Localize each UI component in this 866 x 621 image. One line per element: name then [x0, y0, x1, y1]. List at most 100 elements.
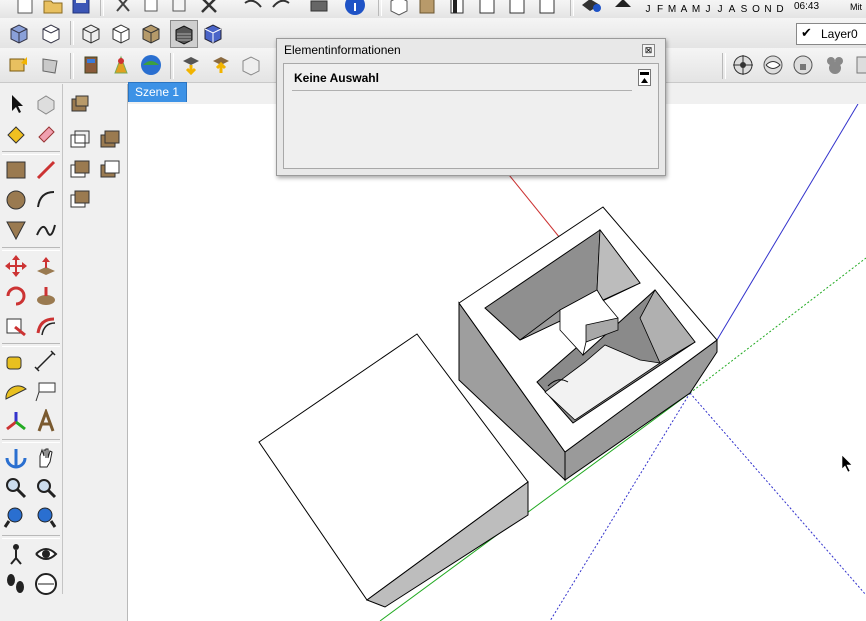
get-models-button[interactable]: [6, 52, 32, 78]
tab-szene-1[interactable]: Szene 1: [128, 82, 187, 102]
pan-tool-button[interactable]: [32, 444, 60, 472]
walk-tool-button[interactable]: [2, 570, 30, 598]
solid-trim-button[interactable]: [96, 156, 124, 184]
dimension-tool-button[interactable]: [32, 348, 60, 376]
share-model-button[interactable]: [38, 52, 64, 78]
arc-tool-button[interactable]: [32, 186, 60, 214]
shadow-button[interactable]: [610, 0, 636, 18]
window2-button[interactable]: [504, 0, 530, 18]
polygon-tool-button[interactable]: [2, 216, 30, 244]
previous-view-button[interactable]: [32, 504, 60, 532]
close-icon[interactable]: ⊠: [642, 44, 655, 57]
offset-tool-button[interactable]: [32, 312, 60, 340]
wood-box-button[interactable]: [414, 0, 440, 18]
textured-style-button[interactable]: [170, 20, 198, 48]
solid-subtract-button[interactable]: [66, 156, 94, 184]
layer-selector[interactable]: ✔ Layer0: [796, 23, 866, 45]
red-axis-dotted: [689, 392, 866, 596]
position-camera-tool-button[interactable]: [2, 540, 30, 568]
text-tool-button[interactable]: [32, 378, 60, 406]
position-camera-button[interactable]: [730, 52, 756, 78]
zoom-window-button[interactable]: [32, 474, 60, 502]
modeling-viewport[interactable]: [128, 104, 866, 621]
shadow-time-label: 06:43: [794, 1, 820, 12]
section-plane-button[interactable]: [32, 570, 60, 598]
undo-button[interactable]: [240, 0, 266, 18]
circle-tool-button[interactable]: [2, 186, 30, 214]
palette-divider: [62, 84, 63, 594]
shaded-style-button[interactable]: [138, 20, 164, 46]
box-button[interactable]: [386, 0, 412, 18]
component-button[interactable]: [78, 52, 104, 78]
month-label: M: [691, 4, 701, 15]
blue-axis: [716, 104, 859, 341]
iso-view-button[interactable]: [6, 20, 32, 46]
window3-button[interactable]: [534, 0, 560, 18]
paint-bucket-button[interactable]: [2, 120, 30, 148]
shadow-month-scale[interactable]: JFMAMJJASOND: [642, 1, 786, 15]
paste-button[interactable]: [166, 0, 192, 18]
solid-union-button[interactable]: [96, 126, 124, 154]
3d-text-tool-button[interactable]: [32, 408, 60, 436]
save-button[interactable]: [68, 0, 94, 18]
open-file-button[interactable]: [40, 0, 66, 18]
lock-button[interactable]: [790, 52, 816, 78]
toolbar-separator: [378, 0, 382, 16]
axes-tool-button[interactable]: [2, 408, 30, 436]
google-earth-button[interactable]: [138, 52, 164, 78]
print-button[interactable]: [306, 0, 332, 18]
solid-split-button[interactable]: [66, 186, 94, 214]
protractor-tool-button[interactable]: [2, 378, 30, 406]
camera-button[interactable]: [578, 0, 604, 18]
zoom-tool-button[interactable]: [2, 474, 30, 502]
eraser-button[interactable]: [32, 120, 60, 148]
push-pull-tool-button[interactable]: [32, 252, 60, 280]
month-label: M: [667, 4, 677, 15]
new-file-button[interactable]: [12, 0, 38, 18]
month-label: N: [764, 4, 772, 15]
info-circle-button[interactable]: [342, 0, 368, 18]
rotate-tool-button[interactable]: [2, 282, 30, 310]
line-tool-button[interactable]: [32, 156, 60, 184]
freehand-tool-button[interactable]: [32, 216, 60, 244]
toolbar-separator: [170, 53, 174, 79]
cut-button[interactable]: [110, 0, 136, 18]
look-around-tool-button[interactable]: [32, 540, 60, 568]
month-label: J: [717, 4, 723, 15]
orbit-tool-button[interactable]: [2, 444, 30, 472]
move-tool-button[interactable]: [2, 252, 30, 280]
hidden-line-style-button[interactable]: [108, 20, 134, 46]
zoom-extents-button[interactable]: [2, 504, 30, 532]
xray-style-button[interactable]: [78, 20, 104, 46]
checkmark-icon: ✔: [801, 25, 812, 40]
get-photo-button[interactable]: [178, 52, 204, 78]
toggle-terrain-button[interactable]: [238, 52, 264, 78]
door-button[interactable]: [444, 0, 470, 18]
place-model-button[interactable]: [208, 52, 234, 78]
follow-me-tool-button[interactable]: [32, 282, 60, 310]
animal-button[interactable]: [822, 52, 848, 78]
look-around-button[interactable]: [760, 52, 786, 78]
rectangle-tool-button[interactable]: [2, 156, 30, 184]
scale-tool-button[interactable]: [2, 312, 30, 340]
window-button[interactable]: [474, 0, 500, 18]
collapse-toggle-icon[interactable]: [638, 69, 651, 86]
copy-button[interactable]: [138, 0, 164, 18]
outliner-button[interactable]: [66, 126, 94, 154]
monochrome-style-button[interactable]: [200, 20, 226, 46]
extension-button[interactable]: [108, 52, 134, 78]
month-label: D: [776, 4, 784, 15]
shadow-cut-label: Mit: [850, 2, 862, 12]
erase-button[interactable]: [196, 0, 222, 18]
month-label: S: [740, 4, 748, 15]
scene-canvas[interactable]: [128, 104, 866, 621]
entity-info-dialog[interactable]: Elementinformationen ⊠ Keine Auswahl: [276, 38, 666, 176]
tool-separator: [2, 151, 60, 155]
group-button[interactable]: [66, 90, 94, 118]
make-component-button[interactable]: [32, 90, 60, 118]
select-tool-button[interactable]: [2, 90, 30, 118]
redo-button[interactable]: [268, 0, 294, 18]
top-view-button[interactable]: [38, 20, 64, 46]
tape-measure-button[interactable]: [2, 348, 30, 376]
section-button[interactable]: [852, 52, 866, 78]
